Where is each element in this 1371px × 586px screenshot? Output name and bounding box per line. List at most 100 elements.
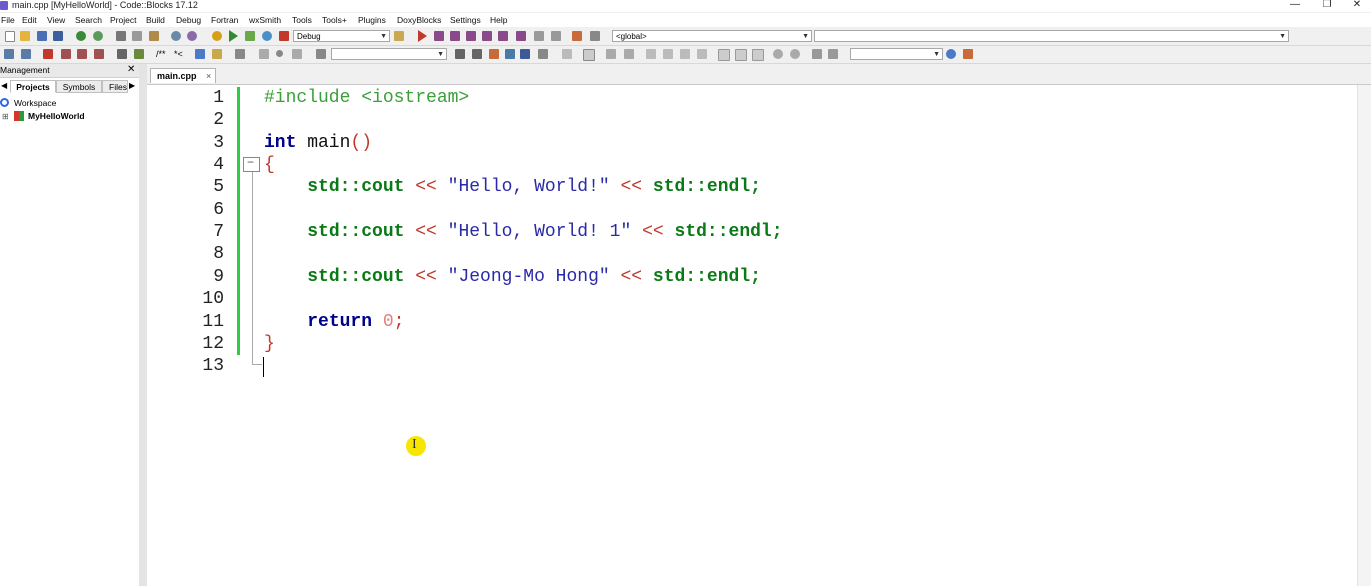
save-all-icon[interactable] [53, 31, 63, 41]
tab-scroll-right-icon[interactable]: ▶ [129, 81, 135, 90]
restore-button[interactable]: ❐ [1312, 0, 1342, 12]
symbol-c-icon[interactable] [828, 49, 838, 59]
code-line[interactable]: std::cout << "Hello, World!" << std::end… [264, 176, 761, 198]
menu-view[interactable]: View [47, 14, 65, 26]
code-line[interactable]: std::cout << "Jeong-Mo Hong" << std::end… [264, 266, 761, 288]
menu-file[interactable]: File [1, 14, 15, 26]
find-icon[interactable] [171, 31, 181, 41]
close-button[interactable]: ✕ [1342, 0, 1371, 12]
step-into-icon[interactable] [466, 31, 476, 41]
scope-select[interactable]: <global> ▼ [612, 30, 812, 42]
layout-1-icon[interactable] [646, 49, 656, 59]
jump-line-forward-icon[interactable] [292, 49, 302, 59]
search-go-icon[interactable] [946, 49, 956, 59]
open-icon[interactable] [20, 31, 30, 41]
doxy-block-comment-button[interactable]: /** [156, 49, 166, 59]
regex-icon[interactable] [538, 49, 548, 59]
align-left-icon[interactable] [606, 49, 616, 59]
bookmark-toggle-icon[interactable] [43, 49, 53, 59]
highlight-icon[interactable] [134, 49, 144, 59]
vertical-scrollbar[interactable] [1357, 85, 1371, 586]
step-out-icon[interactable] [482, 31, 492, 41]
bookmark-next-icon[interactable] [77, 49, 87, 59]
menu-debug[interactable]: Debug [176, 14, 201, 26]
menu-edit[interactable]: Edit [22, 14, 37, 26]
menu-build[interactable]: Build [146, 14, 165, 26]
save-icon[interactable] [37, 31, 47, 41]
menu-tools-plus[interactable]: Tools+ [322, 14, 347, 26]
tab-main-cpp[interactable]: main.cpp × [150, 68, 216, 83]
highlight-text-icon[interactable] [489, 49, 499, 59]
step-instruction-icon[interactable] [516, 31, 526, 41]
bookmark-prev-icon[interactable] [61, 49, 71, 59]
align-center-icon[interactable] [624, 49, 634, 59]
bookmark-clear-icon[interactable] [94, 49, 104, 59]
zoom-out-icon[interactable] [790, 49, 800, 59]
fold-toggle-icon[interactable]: − [243, 155, 260, 172]
rebuild-icon[interactable] [262, 31, 272, 41]
tree-expand-icon[interactable]: ⊞ [2, 111, 9, 122]
rect-icon[interactable] [583, 49, 595, 61]
zoom-in-icon[interactable] [773, 49, 783, 59]
find-prev-icon[interactable] [455, 49, 465, 59]
debug-start-icon[interactable] [418, 30, 427, 42]
layout-5-icon[interactable] [718, 49, 730, 61]
match-case-icon[interactable] [520, 49, 530, 59]
copy-icon[interactable] [132, 31, 142, 41]
settings-wrench-icon[interactable] [235, 49, 245, 59]
symbol-s-icon[interactable] [812, 49, 822, 59]
layout-7-icon[interactable] [752, 49, 764, 61]
symbol-select[interactable]: ▼ [814, 30, 1289, 42]
doxywizard-icon[interactable] [195, 49, 205, 59]
run-to-cursor-icon[interactable] [434, 31, 444, 41]
tab-projects[interactable]: Projects [10, 80, 56, 93]
paste-icon[interactable] [149, 31, 159, 41]
pause-icon[interactable] [534, 31, 544, 41]
menu-project[interactable]: Project [110, 14, 136, 26]
debug-windows-icon[interactable] [572, 31, 582, 41]
find-next-icon[interactable] [472, 49, 482, 59]
code-line[interactable]: #include <iostream> [264, 87, 469, 109]
menu-help[interactable]: Help [490, 14, 507, 26]
replace-icon[interactable] [187, 31, 197, 41]
code-line[interactable]: { [264, 154, 275, 176]
doxy-extract-icon[interactable] [212, 49, 222, 59]
jump-line-back-icon[interactable] [259, 49, 269, 59]
stop-debug-icon[interactable] [551, 31, 561, 41]
next-instruction-icon[interactable] [498, 31, 508, 41]
build-run-icon[interactable] [245, 31, 255, 41]
menu-plugins[interactable]: Plugins [358, 14, 386, 26]
search-text-input[interactable]: ▼ [331, 48, 447, 60]
menu-search[interactable]: Search [75, 14, 102, 26]
menu-settings[interactable]: Settings [450, 14, 481, 26]
search-settings-icon[interactable] [963, 49, 973, 59]
build-icon[interactable] [212, 31, 222, 41]
next-line-icon[interactable] [450, 31, 460, 41]
menu-fortran[interactable]: Fortran [211, 14, 238, 26]
abort-icon[interactable] [279, 31, 289, 41]
tab-scroll-left-icon[interactable]: ◀ [1, 81, 7, 90]
code-line[interactable]: } [264, 333, 275, 355]
incremental-search-input[interactable]: ▼ [850, 48, 943, 60]
selected-text-icon[interactable] [505, 49, 515, 59]
workspace-node[interactable]: Workspace [14, 97, 56, 109]
doxy-line-comment-button[interactable]: *< [174, 49, 183, 59]
code-editor[interactable] [263, 85, 1371, 586]
cut-icon[interactable] [116, 31, 126, 41]
management-close-button[interactable]: ✕ [127, 64, 135, 76]
jump-back-icon[interactable] [4, 49, 14, 59]
menu-doxyblocks[interactable]: DoxyBlocks [397, 14, 441, 26]
tab-close-icon[interactable]: × [206, 69, 211, 84]
run-icon[interactable] [229, 30, 238, 42]
layout-2-icon[interactable] [663, 49, 673, 59]
layout-3-icon[interactable] [680, 49, 690, 59]
tab-symbols[interactable]: Symbols [56, 80, 102, 93]
debug-info-icon[interactable] [590, 31, 600, 41]
layout-4-icon[interactable] [697, 49, 707, 59]
project-node[interactable]: MyHelloWorld [28, 110, 85, 122]
code-completion-icon[interactable] [316, 49, 326, 59]
select-icon[interactable] [562, 49, 572, 59]
redo-icon[interactable] [93, 31, 103, 41]
menu-wxsmith[interactable]: wxSmith [249, 14, 281, 26]
target-options-icon[interactable] [394, 31, 404, 41]
